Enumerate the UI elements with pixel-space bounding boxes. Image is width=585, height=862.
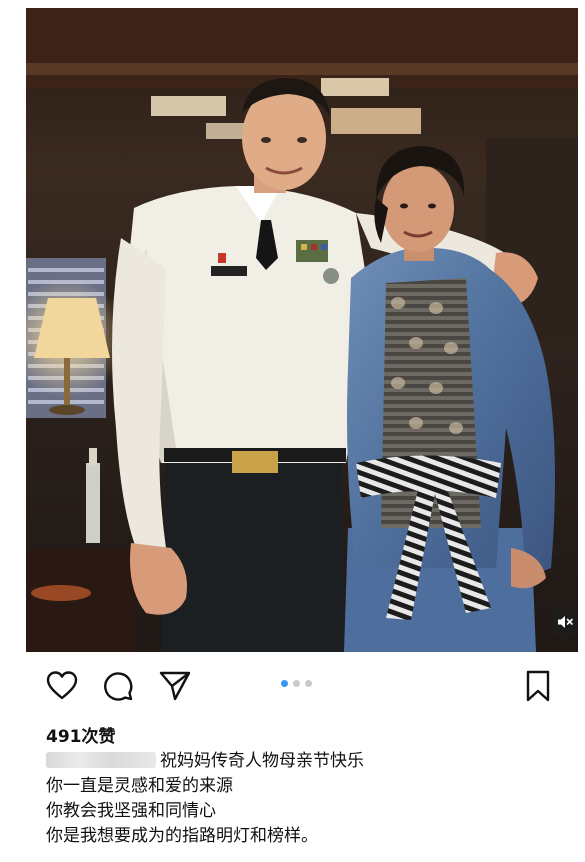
likes-count[interactable]: 491次赞 bbox=[46, 722, 116, 747]
paper-plane-icon[interactable] bbox=[157, 668, 193, 704]
carousel-dot bbox=[293, 680, 300, 687]
post-caption: 祝妈妈传奇人物母亲节快乐 你一直是灵感和爱的来源 你教会我坚强和同情心 你是我想… bbox=[46, 749, 566, 849]
caption-line-2: 你一直是灵感和爱的来源 bbox=[46, 776, 233, 796]
carousel-dot bbox=[305, 680, 312, 687]
instagram-post: 491次赞 祝妈妈传奇人物母亲节快乐 你一直是灵感和爱的来源 你教会我坚强和同情… bbox=[0, 0, 585, 862]
mute-button[interactable] bbox=[548, 605, 578, 639]
media-carousel-indicator bbox=[281, 680, 312, 690]
username-redacted[interactable] bbox=[46, 752, 156, 768]
caption-line-4: 你是我想要成为的指路明灯和榜样。 bbox=[46, 826, 318, 846]
post-photo[interactable] bbox=[26, 8, 578, 652]
photo-illustration bbox=[26, 8, 578, 652]
carousel-dot-active bbox=[281, 680, 288, 687]
caption-text-1: 祝妈妈传奇人物母亲节快乐 bbox=[160, 751, 364, 771]
heart-icon[interactable] bbox=[44, 668, 80, 704]
speaker-muted-icon bbox=[558, 616, 573, 628]
caption-line-3: 你教会我坚强和同情心 bbox=[46, 801, 216, 821]
post-action-bar bbox=[26, 666, 556, 708]
comment-bubble-icon[interactable] bbox=[100, 668, 136, 704]
bookmark-icon[interactable] bbox=[520, 668, 556, 704]
caption-line-1: 祝妈妈传奇人物母亲节快乐 bbox=[46, 749, 566, 774]
